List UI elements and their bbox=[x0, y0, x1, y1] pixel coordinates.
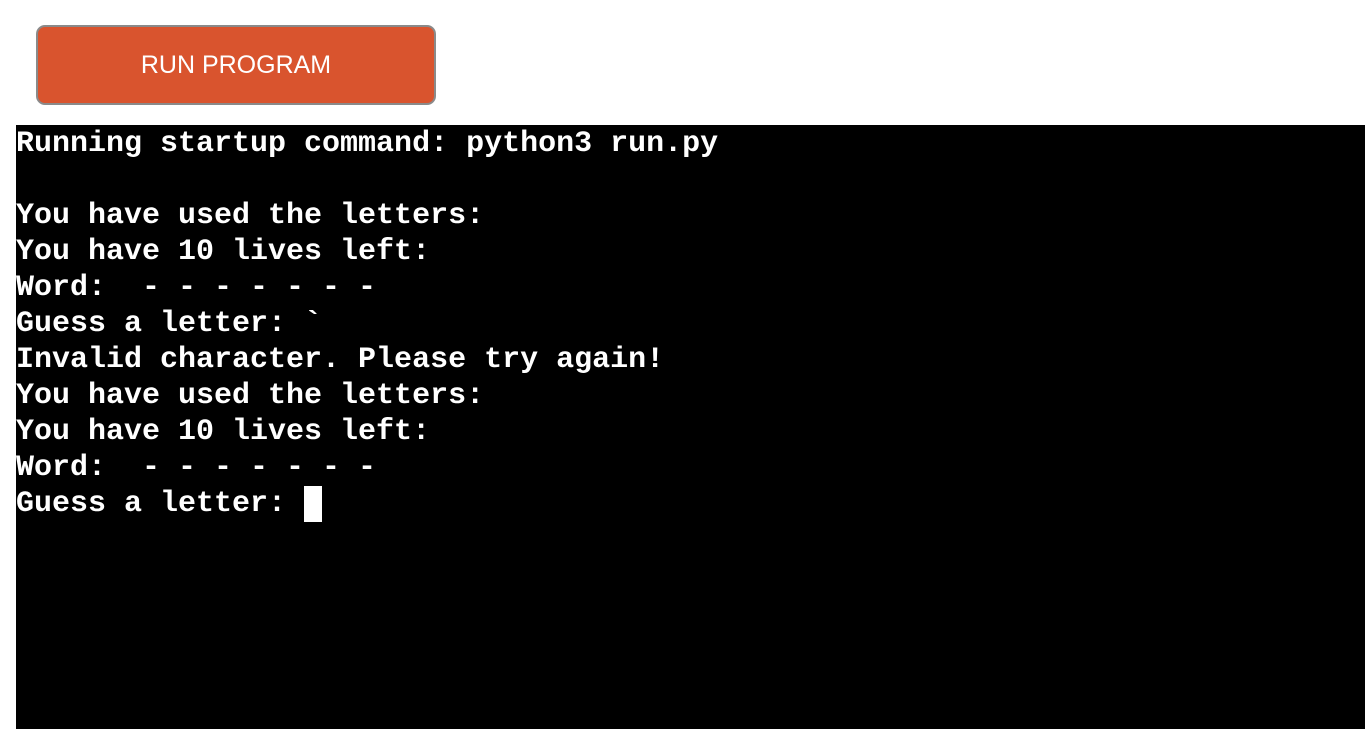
page: RUN PROGRAM Running startup command: pyt… bbox=[0, 0, 1365, 729]
terminal-input-line[interactable]: Guess a letter: bbox=[16, 486, 1365, 522]
terminal-line: You have used the letters: bbox=[16, 199, 485, 233]
terminal-line: Guess a letter: ` bbox=[16, 307, 323, 341]
run-program-button[interactable]: RUN PROGRAM bbox=[36, 25, 436, 105]
terminal-line: You have 10 lives left: bbox=[16, 415, 431, 449]
terminal-line: Invalid character. Please try again! bbox=[16, 343, 665, 377]
terminal-cursor[interactable] bbox=[304, 486, 323, 522]
terminal-prompt: Guess a letter: bbox=[16, 487, 305, 521]
terminal-line: Word: - - - - - - - bbox=[16, 451, 377, 485]
terminal[interactable]: Running startup command: python3 run.py … bbox=[16, 125, 1365, 729]
terminal-line: Word: - - - - - - - bbox=[16, 271, 377, 305]
terminal-line: You have 10 lives left: bbox=[16, 235, 431, 269]
terminal-line: You have used the letters: bbox=[16, 379, 485, 413]
terminal-line: Running startup command: python3 run.py bbox=[16, 127, 719, 161]
